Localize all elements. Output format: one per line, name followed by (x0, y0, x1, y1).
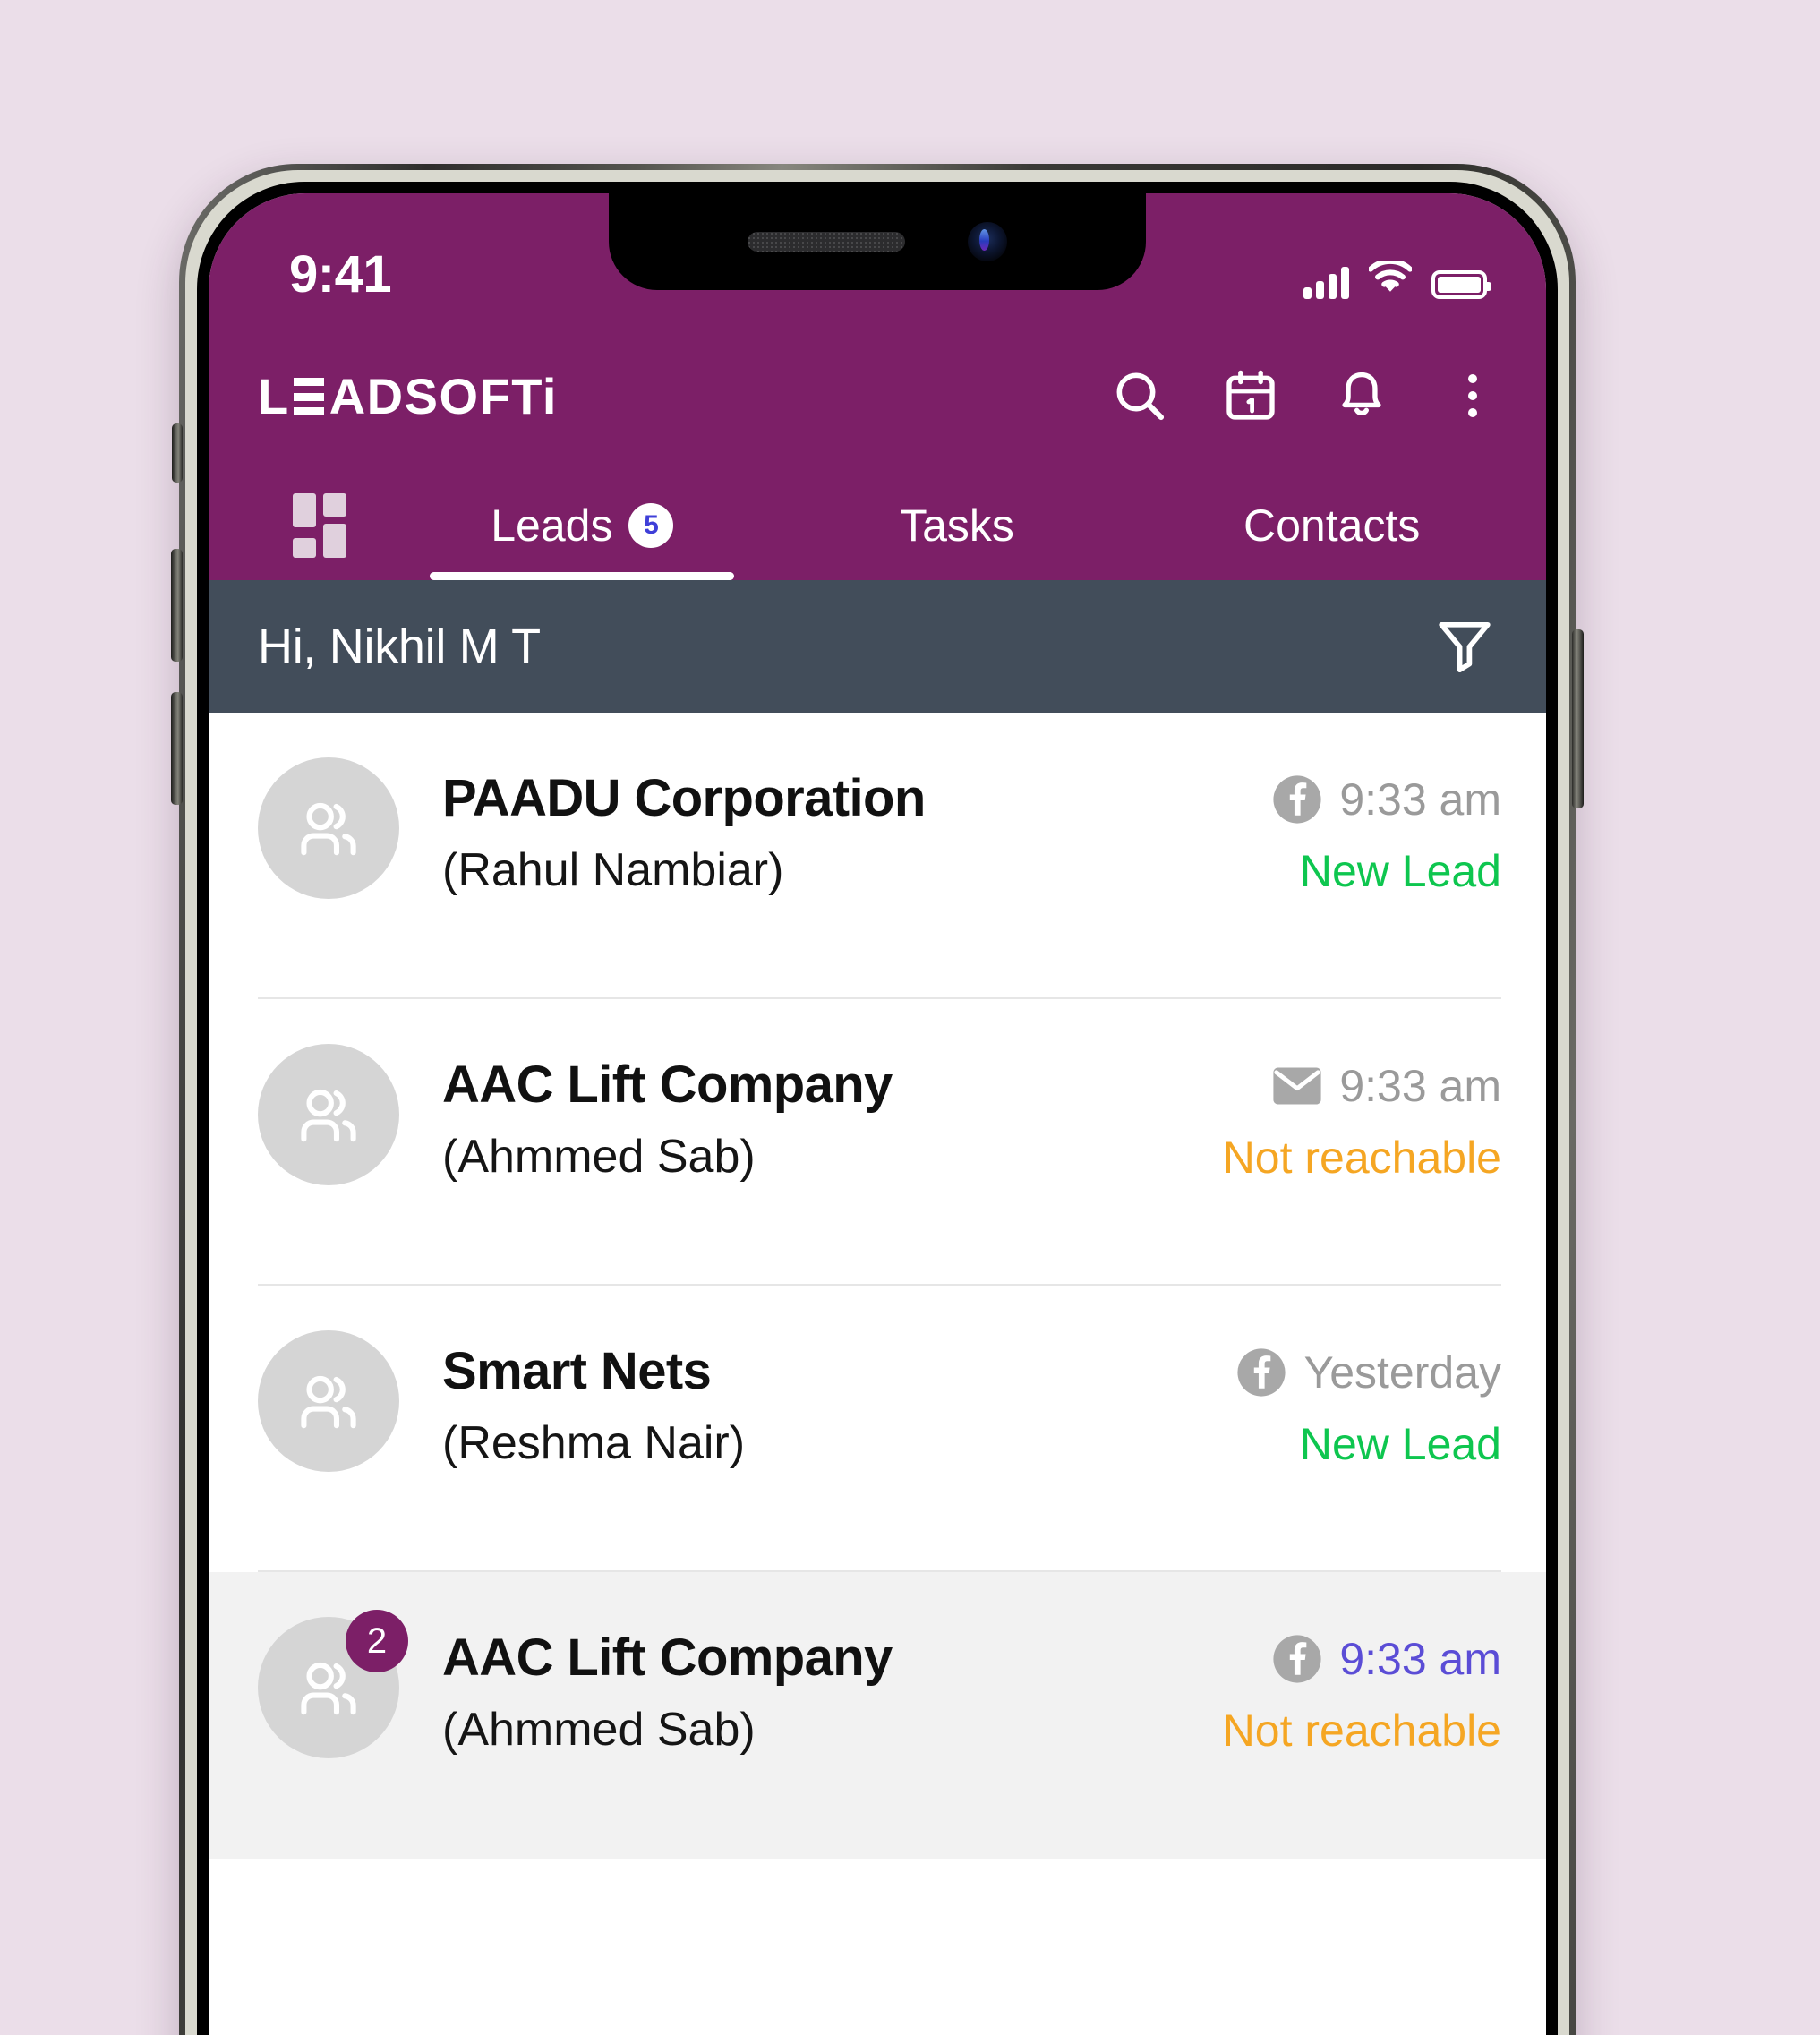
tab-leads-label: Leads (491, 500, 613, 551)
tab-dashboard[interactable] (244, 471, 395, 580)
greeting-bar: Hi, Nikhil M T (209, 580, 1546, 713)
lead-meta: Yesterday New Lead (1125, 1327, 1501, 1470)
lead-details: AAC Lift Company (Ahmmed Sab) (399, 1040, 1125, 1183)
lead-timestamp: 9:33 am (1339, 1634, 1501, 1684)
tab-contacts[interactable]: Contacts (1144, 471, 1519, 580)
avatar: 2 (258, 1610, 408, 1758)
filter-funnel-icon[interactable] (1432, 612, 1497, 681)
lead-list: PAADU Corporation (Rahul Nambiar) 9:33 a… (209, 713, 1546, 1859)
app-bar-actions (1111, 367, 1501, 424)
lead-meta: 9:33 am Not reachable (1125, 1040, 1501, 1184)
lead-contact-name: (Ahmmed Sab) (442, 1703, 756, 1756)
avatar (258, 1044, 399, 1185)
lead-company-name: Smart Nets (442, 1342, 712, 1400)
lead-contact-name: (Reshma Nair) (442, 1416, 746, 1469)
lead-row[interactable]: AAC Lift Company (Ahmmed Sab) 9:33 am No… (209, 999, 1546, 1286)
lead-status-badge: New Lead (1299, 1419, 1501, 1469)
tab-leads[interactable]: Leads 5 (395, 471, 770, 580)
tab-tasks-label: Tasks (900, 500, 1014, 551)
power-button[interactable] (1572, 629, 1584, 808)
lead-company-name: AAC Lift Company (442, 1056, 893, 1114)
avatar (258, 1330, 399, 1472)
logo-suffix: ADSOFTi (329, 367, 558, 424)
lead-timestamp: 9:33 am (1339, 1061, 1501, 1111)
lead-meta: 9:33 am Not reachable (1125, 1613, 1501, 1757)
logo-prefix: L (258, 367, 290, 424)
status-bar-time: 9:41 (289, 245, 392, 304)
phone-frame: 9:41 L ADSOFTi Leads 5 Tasks Contacts Hi… (171, 164, 1584, 2035)
bell-icon[interactable] (1333, 367, 1390, 424)
lead-contact-name: (Rahul Nambiar) (442, 843, 784, 896)
phone-bezel: 9:41 L ADSOFTi Leads 5 Tasks Contacts Hi… (197, 182, 1558, 2035)
avatar (258, 757, 399, 899)
lead-timestamp: 9:33 am (1339, 774, 1501, 825)
logo-bar-e-icon (293, 378, 324, 415)
facebook-icon (1271, 1633, 1323, 1685)
lead-row[interactable]: PAADU Corporation (Rahul Nambiar) 9:33 a… (209, 713, 1546, 999)
mute-switch-button[interactable] (172, 423, 183, 483)
greeting-text: Hi, Nikhil M T (258, 620, 541, 673)
contacts-avatar-icon (258, 1330, 399, 1472)
email-icon (1271, 1065, 1323, 1107)
device-notch (609, 193, 1146, 290)
lead-row[interactable]: 2 AAC Lift Company (Ahmmed Sab) 9:33 am … (209, 1572, 1546, 1859)
status-bar-icons (1303, 258, 1491, 304)
lead-details: AAC Lift Company (Ahmmed Sab) (399, 1613, 1125, 1756)
contacts-avatar-icon (258, 1044, 399, 1185)
lead-meta: 9:33 am New Lead (1125, 754, 1501, 897)
lead-company-name: AAC Lift Company (442, 1629, 893, 1687)
lead-status-badge: New Lead (1299, 846, 1501, 896)
tab-leads-badge: 5 (628, 503, 674, 548)
front-camera-icon (968, 222, 1007, 261)
phone-frame-inner: 9:41 L ADSOFTi Leads 5 Tasks Contacts Hi… (185, 170, 1569, 2035)
lead-contact-name: (Ahmmed Sab) (442, 1130, 756, 1183)
lead-company-name: PAADU Corporation (442, 769, 926, 827)
search-icon[interactable] (1111, 367, 1168, 424)
tab-contacts-label: Contacts (1243, 500, 1421, 551)
tab-tasks[interactable]: Tasks (770, 471, 1145, 580)
lead-details: Smart Nets (Reshma Nair) (399, 1327, 1125, 1469)
battery-icon (1431, 270, 1491, 299)
wifi-icon (1368, 258, 1413, 299)
lead-status-badge: Not reachable (1222, 1706, 1501, 1756)
lead-status-badge: Not reachable (1222, 1133, 1501, 1183)
avatar-unread-badge: 2 (346, 1610, 408, 1672)
dashboard-grid-icon (293, 493, 346, 558)
volume-down-button[interactable] (171, 692, 183, 805)
app-logo: L ADSOFTi (258, 367, 558, 425)
app-bar: L ADSOFTi (209, 321, 1546, 471)
facebook-icon (1235, 1347, 1287, 1398)
earpiece-speaker-icon (748, 232, 905, 252)
contacts-avatar-icon (258, 757, 399, 899)
active-tab-underline (430, 572, 735, 580)
calendar-icon[interactable] (1222, 367, 1279, 424)
lead-timestamp: Yesterday (1303, 1347, 1501, 1398)
lead-row[interactable]: Smart Nets (Reshma Nair) Yesterday New L… (209, 1286, 1546, 1572)
lead-details: PAADU Corporation (Rahul Nambiar) (399, 754, 1125, 896)
cellular-bars-icon (1303, 267, 1349, 299)
facebook-icon (1271, 774, 1323, 825)
kebab-menu-icon[interactable] (1444, 367, 1501, 424)
phone-screen: 9:41 L ADSOFTi Leads 5 Tasks Contacts Hi… (209, 193, 1546, 2035)
volume-up-button[interactable] (171, 549, 183, 662)
tab-bar: Leads 5 Tasks Contacts (209, 471, 1546, 580)
